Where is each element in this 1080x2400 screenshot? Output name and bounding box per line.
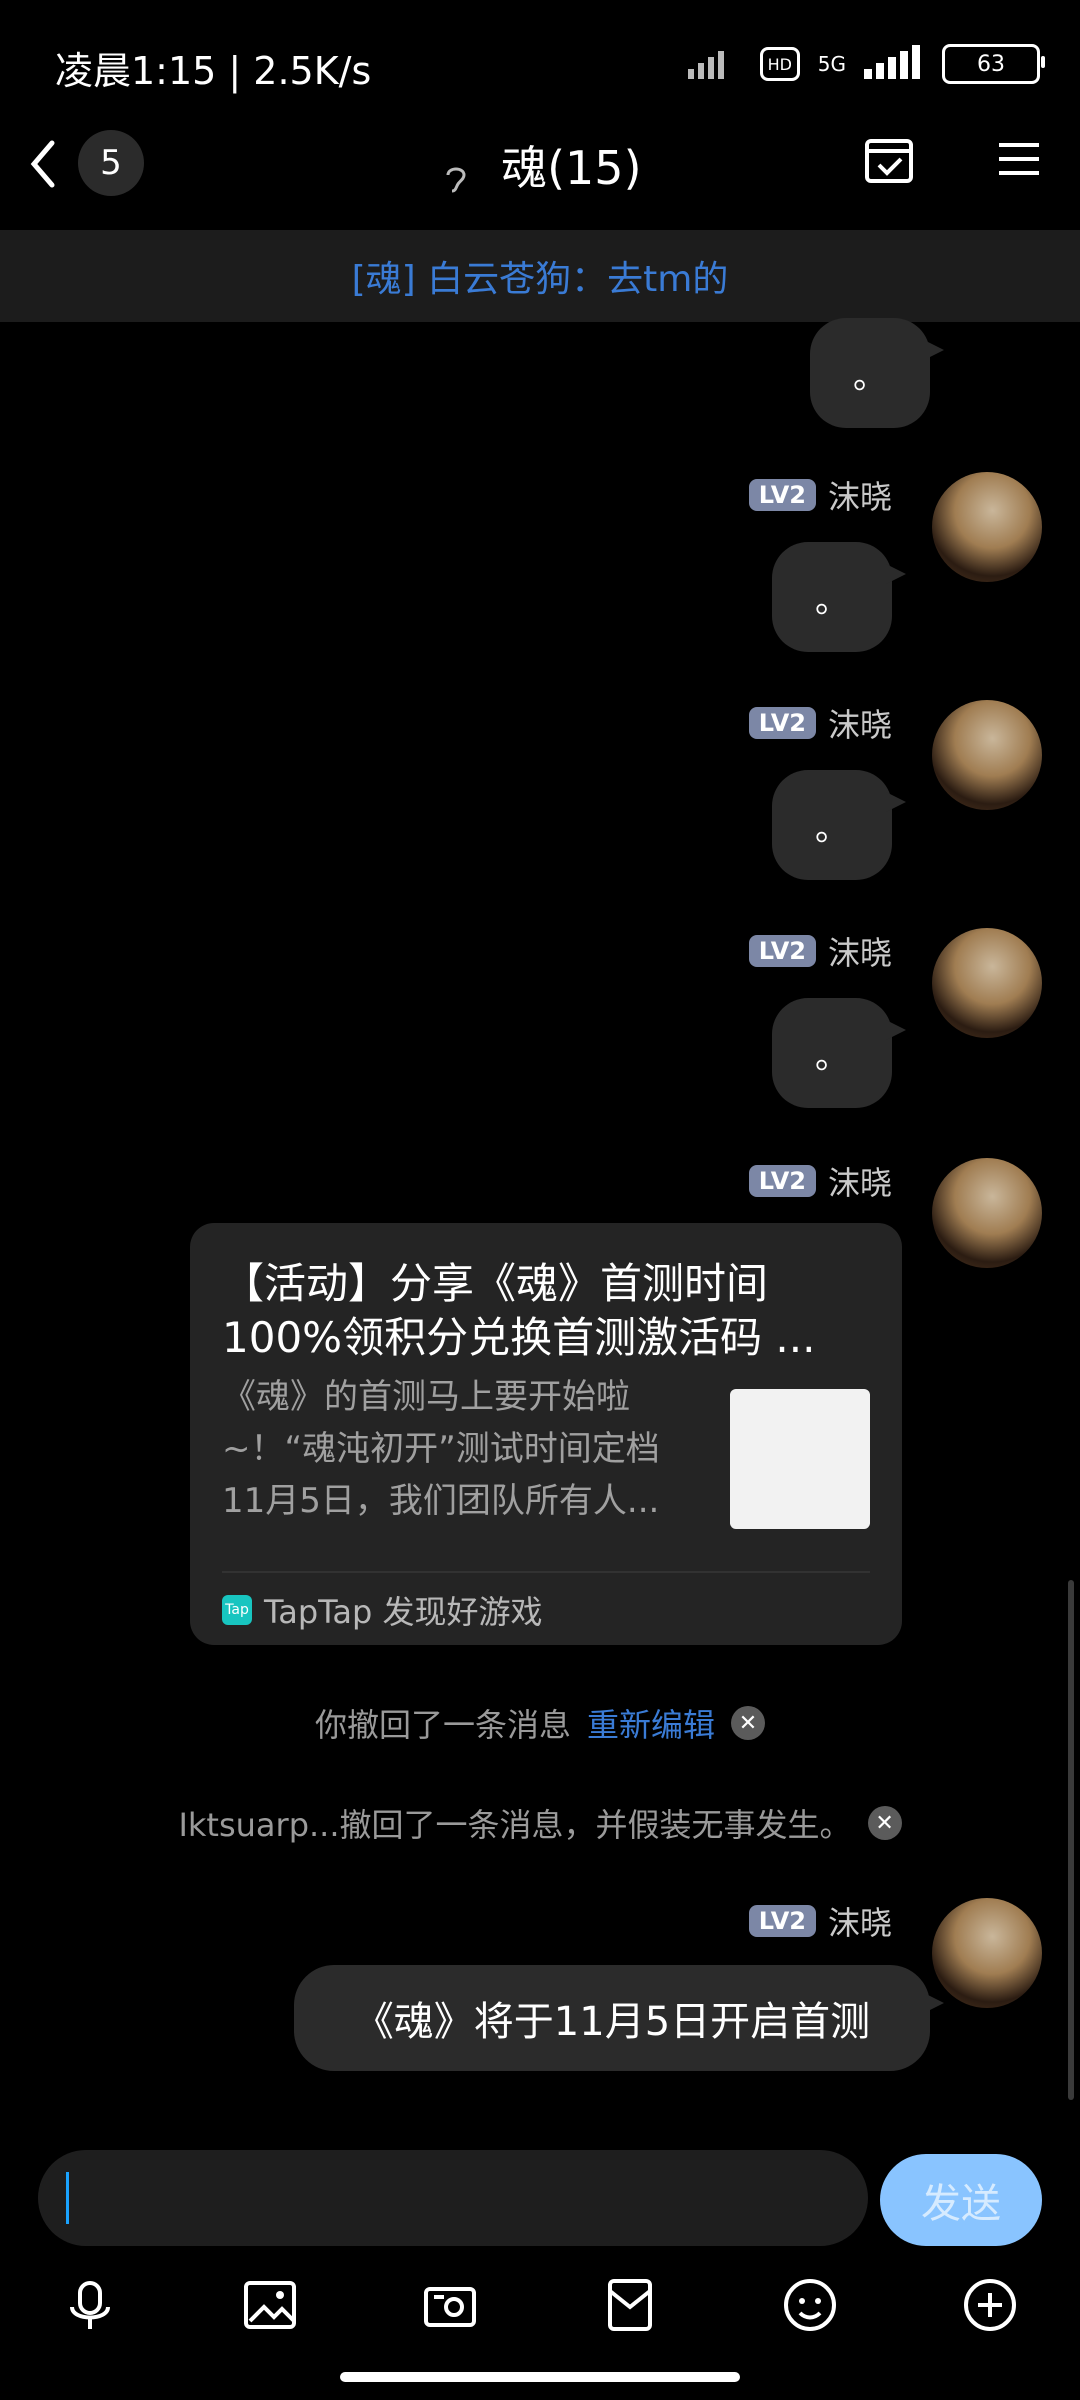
level-badge: LV2 [748,935,816,967]
sender-name: 沫晓 [827,706,892,744]
sender-line: LV2 沫晓 [748,928,892,974]
sender-line: LV2 沫晓 [748,472,892,518]
sender-line: LV2 沫晓 [748,1158,892,1204]
bottom-toolbar [0,2250,1080,2360]
close-icon[interactable]: ✕ [867,1806,902,1840]
share-card-divider [222,1571,870,1573]
message-bubble[interactable]: 。 [772,542,906,652]
taptap-icon: Tap [222,1595,252,1625]
status-time: 凌晨1:15 | 2.5K/s [55,49,372,93]
sender-name: 沫晓 [827,478,892,516]
microphone-icon[interactable] [55,2270,125,2340]
battery-icon: 63 [942,44,1045,84]
ear-icon [438,154,474,192]
share-card-source-text: TapTap 发现好游戏 [264,1593,543,1631]
status-bar: 凌晨1:15 | 2.5K/s HD 5G 63 [0,0,1080,120]
level-badge: LV2 [748,479,816,511]
message-input[interactable] [38,2150,868,2246]
message-row: LV2 沫晓 。 [42,700,1042,880]
sender-line: LV2 沫晓 [748,700,892,746]
share-card-thumbnail [730,1389,870,1529]
share-card-desc: 《魂》的首测马上要开始啦~！“魂沌初开”测试时间定档11月5日，我们团队所有人.… [222,1377,660,1521]
message-text: 。 [853,356,887,397]
message-row: LV2 沫晓 。 [42,472,1042,652]
signal-5g-icon [864,45,924,83]
chat-title-text: 魂(15) [501,141,642,195]
reedit-link[interactable]: 重新编辑 [587,1700,715,1746]
message-row: LV2 沫晓 。 [42,928,1042,1108]
avatar[interactable] [932,928,1042,1038]
calendar-check-icon[interactable] [854,124,924,194]
message-text: 。 [815,580,849,621]
message-text: 。 [815,1036,849,1077]
text-caret [66,2172,69,2224]
withdraw-self-text: 你撤回了一条消息 [314,1706,571,1744]
network-label: 5G [817,52,846,76]
top-icons [854,124,1054,194]
status-right: HD 5G 63 [687,44,1045,84]
emoji-icon[interactable] [775,2270,845,2340]
message-bubble[interactable]: 《魂》将于11月5日开启首测 [294,1965,944,2071]
avatar[interactable] [932,1898,1042,2008]
share-card-title: 【活动】分享《魂》首测时间100%领积分兑换首测激活码 ... [222,1259,816,1362]
red-packet-icon[interactable] [595,2270,665,2340]
share-card-source: Tap TapTap 发现好游戏 [222,1587,543,1633]
notice-banner[interactable]: [魂] 白云苍狗：去tm的 [0,230,1080,322]
send-button[interactable]: 发送 [880,2154,1042,2246]
message-bubble[interactable]: 。 [772,998,906,1108]
camera-icon[interactable] [415,2270,485,2340]
close-icon[interactable]: ✕ [731,1706,766,1740]
message-bubble[interactable]: 。 [810,318,944,428]
level-badge: LV2 [748,1905,816,1937]
avatar[interactable] [932,472,1042,582]
message-bubble[interactable]: 。 [772,770,906,880]
sender-line: LV2 沫晓 [748,1898,892,1944]
home-indicator[interactable] [340,2372,740,2382]
scrollbar[interactable] [1068,1580,1074,2100]
avatar[interactable] [932,700,1042,810]
sender-name: 沫晓 [827,934,892,972]
level-badge: LV2 [748,1165,816,1197]
sender-name: 沫晓 [827,1904,892,1942]
avatar[interactable] [932,1158,1042,1268]
withdraw-other: Iktsuarp...撤回了一条消息，并假装无事发生。 ✕ [0,1800,1080,1846]
plus-icon[interactable] [955,2270,1025,2340]
image-icon[interactable] [235,2270,305,2340]
withdraw-self: 你撤回了一条消息 重新编辑 ✕ [0,1700,1080,1746]
sender-name: 沫晓 [827,1164,892,1202]
hd-icon: HD [759,47,800,81]
share-card[interactable]: 【活动】分享《魂》首测时间100%领积分兑换首测激活码 ... 《魂》的首测马上… [190,1223,902,1645]
level-badge: LV2 [748,707,816,739]
message-text: 。 [815,808,849,849]
signal-icon [687,45,742,83]
menu-icon[interactable] [984,124,1054,194]
battery-level: 63 [977,51,1005,77]
withdraw-other-text: Iktsuarp...撤回了一条消息，并假装无事发生。 [178,1806,852,1844]
message-text: 《魂》将于11月5日开启首测 [353,1999,871,2045]
